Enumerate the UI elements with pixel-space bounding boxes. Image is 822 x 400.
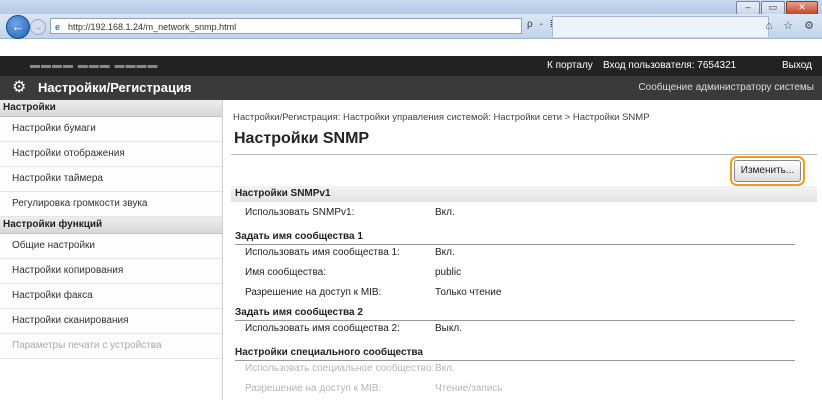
sidebar-item-timer-settings[interactable]: Настройки таймера (0, 167, 222, 192)
portal-link[interactable]: К порталу (547, 56, 593, 76)
use-community1-value: Вкл. (435, 247, 455, 258)
sidebar-item-paper-settings[interactable]: Настройки бумаги (0, 117, 222, 142)
app-title: Настройки/Регистрация (38, 80, 192, 95)
logout-link[interactable]: Выход (782, 56, 812, 76)
sidebar-item-print-settings[interactable]: Параметры печати с устройства (0, 334, 222, 359)
sidebar-item-fax-settings[interactable]: Настройки факса (0, 284, 222, 309)
page-title: Настройки SNMP (234, 130, 370, 147)
use-community2-label: Использовать имя сообщества 2: (245, 323, 400, 334)
snmpv1-section-header: Настройки SNMPv1 (231, 186, 817, 202)
community-name-row: Имя сообщества: public (245, 266, 461, 280)
use-special-label: Использовать специальное сообщество: (245, 363, 435, 374)
special-community-header: Настройки специального сообщества (235, 346, 795, 361)
community2-header: Задать имя сообщества 2 (235, 306, 795, 321)
browser-tab[interactable] (552, 16, 769, 37)
window-controls: – ▭ ✕ (736, 1, 818, 15)
minimize-button[interactable]: – (736, 1, 760, 15)
use-community2-value: Выкл. (435, 323, 462, 334)
mib-access-row: Разрешение на доступ к MIB: Только чтение (245, 286, 501, 300)
sidebar: Настройки Настройки бумаги Настройки ото… (0, 100, 223, 400)
back-button[interactable]: ← (6, 15, 30, 39)
sidebar-item-display-settings[interactable]: Настройки отображения (0, 142, 222, 167)
ie-page-icon: e (55, 22, 61, 32)
use-community2-row: Использовать имя сообщества 2: Выкл. (245, 322, 462, 336)
close-window-button[interactable]: ✕ (786, 1, 818, 15)
sidebar-section-functions: Настройки функций (0, 217, 222, 234)
admin-message-link[interactable]: Сообщение администратору системы (638, 76, 814, 100)
use-snmpv1-row: Использовать SNMPv1: Вкл. (245, 206, 455, 220)
main-content: Настройки/Регистрация: Настройки управле… (223, 100, 822, 400)
edit-button[interactable]: Изменить... (734, 160, 801, 182)
url-text: http://192.168.1.24/m_network_snmp.html (68, 22, 237, 32)
forward-button[interactable]: → (30, 19, 46, 35)
user-info: Вход пользователя: 7654321 (603, 60, 737, 71)
sidebar-section-settings: Настройки (0, 100, 222, 117)
special-mib-row: Разрешение на доступ к MIB: Чтение/запись (245, 382, 503, 396)
community1-header: Задать имя сообщества 1 (235, 230, 795, 245)
app-header: ⚙ Настройки/Регистрация Сообщение админи… (0, 76, 822, 100)
use-special-value: Вкл. (435, 363, 455, 374)
use-community1-label: Использовать имя сообщества 1: (245, 247, 400, 258)
sidebar-item-common-settings[interactable]: Общие настройки (0, 234, 222, 259)
special-mib-value: Чтение/запись (435, 383, 503, 394)
use-community1-row: Использовать имя сообщества 1: Вкл. (245, 246, 455, 260)
title-divider (231, 154, 817, 155)
browser-toolbar-icons[interactable]: ⌂ ☆ ⚙ (766, 19, 818, 32)
mib-access-label: Разрешение на доступ к MIB: (245, 287, 382, 298)
sidebar-item-volume[interactable]: Регулировка громкости звука (0, 192, 222, 217)
use-snmpv1-value: Вкл. (435, 207, 455, 218)
mib-access-value: Только чтение (435, 287, 502, 298)
browser-navbar: ← → e http://192.168.1.24/m_network_snmp.… (0, 14, 822, 39)
use-special-row: Использовать специальное сообщество:Вкл. (245, 362, 455, 376)
maximize-button[interactable]: ▭ (761, 1, 785, 15)
special-mib-label: Разрешение на доступ к MIB: (245, 383, 382, 394)
device-name-blurred: ▬▬▬▬ ▬▬▬ ▬▬▬▬ (30, 60, 159, 71)
window-titlebar: – ▭ ✕ (0, 0, 822, 15)
sidebar-item-copy-settings[interactable]: Настройки копирования (0, 259, 222, 284)
breadcrumb: Настройки/Регистрация: Настройки управле… (233, 112, 650, 123)
sidebar-item-scan-settings[interactable]: Настройки сканирования (0, 309, 222, 334)
address-bar[interactable]: e http://192.168.1.24/m_network_snmp.html (50, 18, 522, 34)
settings-gear-icon: ⚙ (12, 79, 27, 96)
community-name-label: Имя сообщества: (245, 267, 327, 278)
community-name-value: public (435, 267, 462, 278)
device-topbar: ▬▬▬▬ ▬▬▬ ▬▬▬▬ К порталу Вход пользовател… (0, 56, 822, 76)
use-snmpv1-label: Использовать SNMPv1: (245, 207, 355, 218)
